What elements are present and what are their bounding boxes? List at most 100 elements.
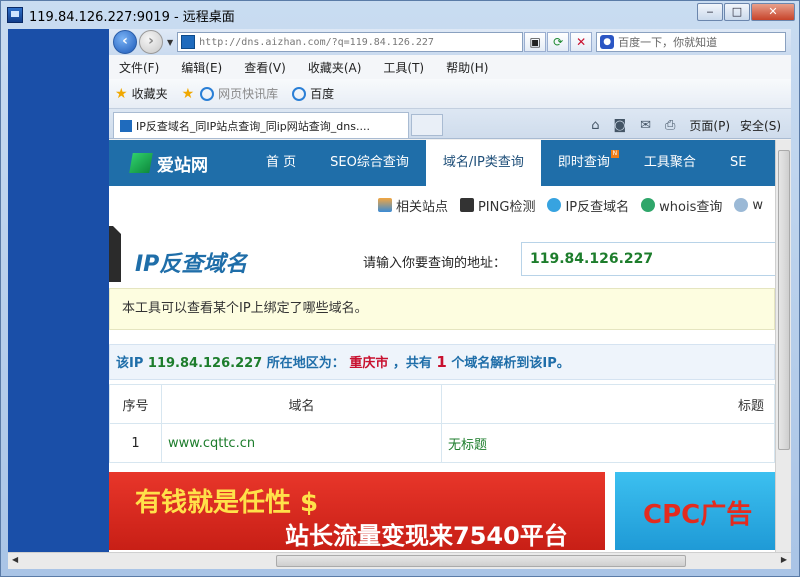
compat-view-icon[interactable]: ▣ [524, 32, 547, 52]
vertical-scrollbar[interactable] [775, 140, 791, 552]
tab-row: IP反查域名_同IP站点查询_同ip网站查询_dns.... ⌂ ◙ ✉ ⎙ 页… [109, 109, 791, 139]
remote-desktop-icon [7, 7, 23, 23]
baidu-paw-icon: ● [600, 35, 615, 49]
safety-menu-button[interactable]: 安全(S) [740, 117, 781, 134]
table-header-row: 序号 域名 标题 [109, 384, 775, 424]
result-summary: 该IP 119.84.126.227 所在地区为： 重庆市 ，共有 1 个域名解… [109, 344, 775, 380]
ad-banner-cpc[interactable]: CPC广告 [615, 472, 775, 550]
fav-item-label: 百度 [310, 87, 335, 101]
ad-cpc-text: CPC广告 [643, 500, 753, 530]
history-dropdown-icon[interactable]: ▼ [167, 38, 173, 47]
subtool-label: 相关站点 [395, 199, 448, 215]
domains-table: 序号 域名 标题 1 www.cqttc.cn 无标题 [109, 384, 775, 463]
subtool-label: w [752, 197, 763, 213]
menu-favorites[interactable]: 收藏夹(A) [308, 59, 362, 76]
favorites-button[interactable]: ★ 收藏夹 [115, 85, 168, 102]
scroll-left-icon[interactable]: ◀ [12, 555, 18, 564]
corner-decoration [109, 226, 121, 282]
home-icon[interactable]: ⌂ [591, 118, 599, 133]
sub-tools-bar: 相关站点 PING检测 IP反查域名 whois查询 w [377, 192, 775, 218]
ping-icon [459, 198, 474, 212]
tab-title: IP反查域名_同IP站点查询_同ip网站查询_dns.... [136, 119, 370, 133]
subtool-whois[interactable]: whois查询 [641, 196, 722, 215]
cell-domain-link[interactable]: www.cqttc.cn [161, 423, 442, 463]
tool-header: IP反查域名 请输入你要查询的地址： 119.84.126.227 [109, 226, 775, 284]
menu-bar: 文件(F) 编辑(E) 查看(V) 收藏夹(A) 工具(T) 帮助(H) [109, 55, 791, 79]
menu-help[interactable]: 帮助(H) [446, 59, 488, 76]
remote-desktop-window: 119.84.126.227:9019 - 远程桌面 ‒ □ ✕ ‹ › ▼ h… [0, 0, 800, 577]
favorites-label: 收藏夹 [131, 87, 168, 101]
nav-se[interactable]: SE [713, 140, 763, 186]
tool-title: IP反查域名 [135, 252, 248, 277]
new-badge-icon: N [610, 150, 619, 158]
minimize-button[interactable]: ‒ [697, 3, 723, 21]
menu-view[interactable]: 查看(V) [244, 59, 286, 76]
window-controls: ‒ □ ✕ [696, 3, 795, 21]
subtool-ping[interactable]: PING检测 [459, 196, 536, 215]
subtool-label: PING检测 [477, 199, 536, 215]
page-viewport: 爱站网 首 页 SEO综合查询 域名/IP类查询 即时查询 N 工具聚合 SE … [109, 140, 775, 552]
search-box[interactable]: ● 百度一下，你就知道 [596, 32, 787, 52]
list-icon [377, 198, 392, 212]
back-button[interactable]: ‹ [113, 30, 137, 54]
whois-icon [641, 198, 656, 212]
menu-tools[interactable]: 工具(T) [383, 59, 424, 76]
result-mid: 所在地区为： [266, 356, 345, 371]
subtool-more[interactable]: w [734, 198, 763, 213]
site-logo[interactable]: 爱站网 [109, 140, 249, 186]
fav-item-webslice[interactable]: 网页快讯库 [200, 85, 278, 102]
nav-seo[interactable]: SEO综合查询 [313, 140, 426, 186]
ad-banner-7540[interactable]: 有钱就是任性 $ 站长流量变现来7540平台 [109, 472, 605, 550]
nav-domain-ip[interactable]: 域名/IP类查询 [425, 140, 541, 186]
close-button[interactable]: ✕ [751, 3, 795, 21]
nav-tools[interactable]: 工具聚合 [627, 140, 713, 186]
tab-active[interactable]: IP反查域名_同IP站点查询_同ip网站查询_dns.... [113, 112, 409, 138]
ip-query-input[interactable]: 119.84.126.227 [521, 242, 775, 276]
nav-instant[interactable]: 即时查询 N [541, 140, 627, 186]
rss-feed-icon[interactable]: ◙ [613, 118, 626, 133]
ie-page-icon [200, 86, 215, 101]
ie-page-icon [292, 86, 307, 101]
result-count: 1 [436, 353, 447, 371]
menu-file[interactable]: 文件(F) [119, 59, 159, 76]
rdp-title-text: 119.84.126.227:9019 - 远程桌面 [29, 9, 235, 25]
address-text: http://dns.aizhan.com/?q=119.84.126.227 [199, 36, 434, 48]
result-suffix: 个域名解析到该IP。 [451, 356, 570, 371]
ip-reverse-icon [547, 198, 562, 212]
horizontal-scroll-thumb[interactable] [276, 555, 686, 567]
subtool-related-sites[interactable]: 相关站点 [377, 196, 448, 215]
refresh-icon[interactable]: ⟳ [547, 32, 570, 52]
mail-icon[interactable]: ✉ [640, 118, 651, 133]
subtool-label: IP反查域名 [565, 199, 630, 215]
address-toolbar: ‹ › ▼ http://dns.aizhan.com/?q=119.84.12… [109, 29, 791, 55]
maximize-button[interactable]: □ [724, 3, 750, 21]
rdp-titlebar[interactable]: 119.84.126.227:9019 - 远程桌面 ‒ □ ✕ [1, 1, 800, 29]
star-icon: ★ [115, 85, 128, 102]
print-icon[interactable]: ⎙ [665, 118, 675, 133]
header-domain: 域名 [161, 384, 442, 424]
stop-icon[interactable]: ✕ [570, 32, 593, 52]
add-favorite-icon[interactable]: ★ [182, 86, 195, 102]
forward-button[interactable]: › [139, 30, 163, 54]
cell-num: 1 [109, 423, 162, 463]
ad-line-1: 有钱就是任性 $ [135, 488, 319, 518]
address-bar[interactable]: http://dns.aizhan.com/?q=119.84.126.227 [177, 32, 524, 52]
menu-edit[interactable]: 编辑(E) [181, 59, 222, 76]
result-ip: 119.84.126.227 [147, 356, 263, 371]
logo-text: 爱站网 [157, 155, 208, 176]
subtool-ip-reverse[interactable]: IP反查域名 [547, 196, 629, 215]
ie-browser-window: ‹ › ▼ http://dns.aizhan.com/?q=119.84.12… [109, 29, 791, 552]
scroll-right-icon[interactable]: ▶ [781, 555, 787, 564]
fav-item-label: 网页快讯库 [218, 87, 279, 101]
ad-line-2: 站长流量变现来7540平台 [285, 522, 568, 550]
new-tab-button[interactable] [411, 114, 443, 136]
site-nav-bar: 爱站网 首 页 SEO综合查询 域名/IP类查询 即时查询 N 工具聚合 SE [109, 140, 775, 186]
fav-item-baidu[interactable]: 百度 [292, 85, 334, 102]
search-icon [734, 198, 749, 212]
table-row: 1 www.cqttc.cn 无标题 [109, 423, 775, 463]
vertical-scroll-thumb[interactable] [778, 150, 790, 450]
nav-home[interactable]: 首 页 [249, 140, 313, 186]
header-title: 标题 [441, 384, 775, 424]
page-menu-button[interactable]: 页面(P) [689, 117, 730, 134]
horizontal-scrollbar[interactable]: ◀ ▶ [8, 552, 791, 569]
